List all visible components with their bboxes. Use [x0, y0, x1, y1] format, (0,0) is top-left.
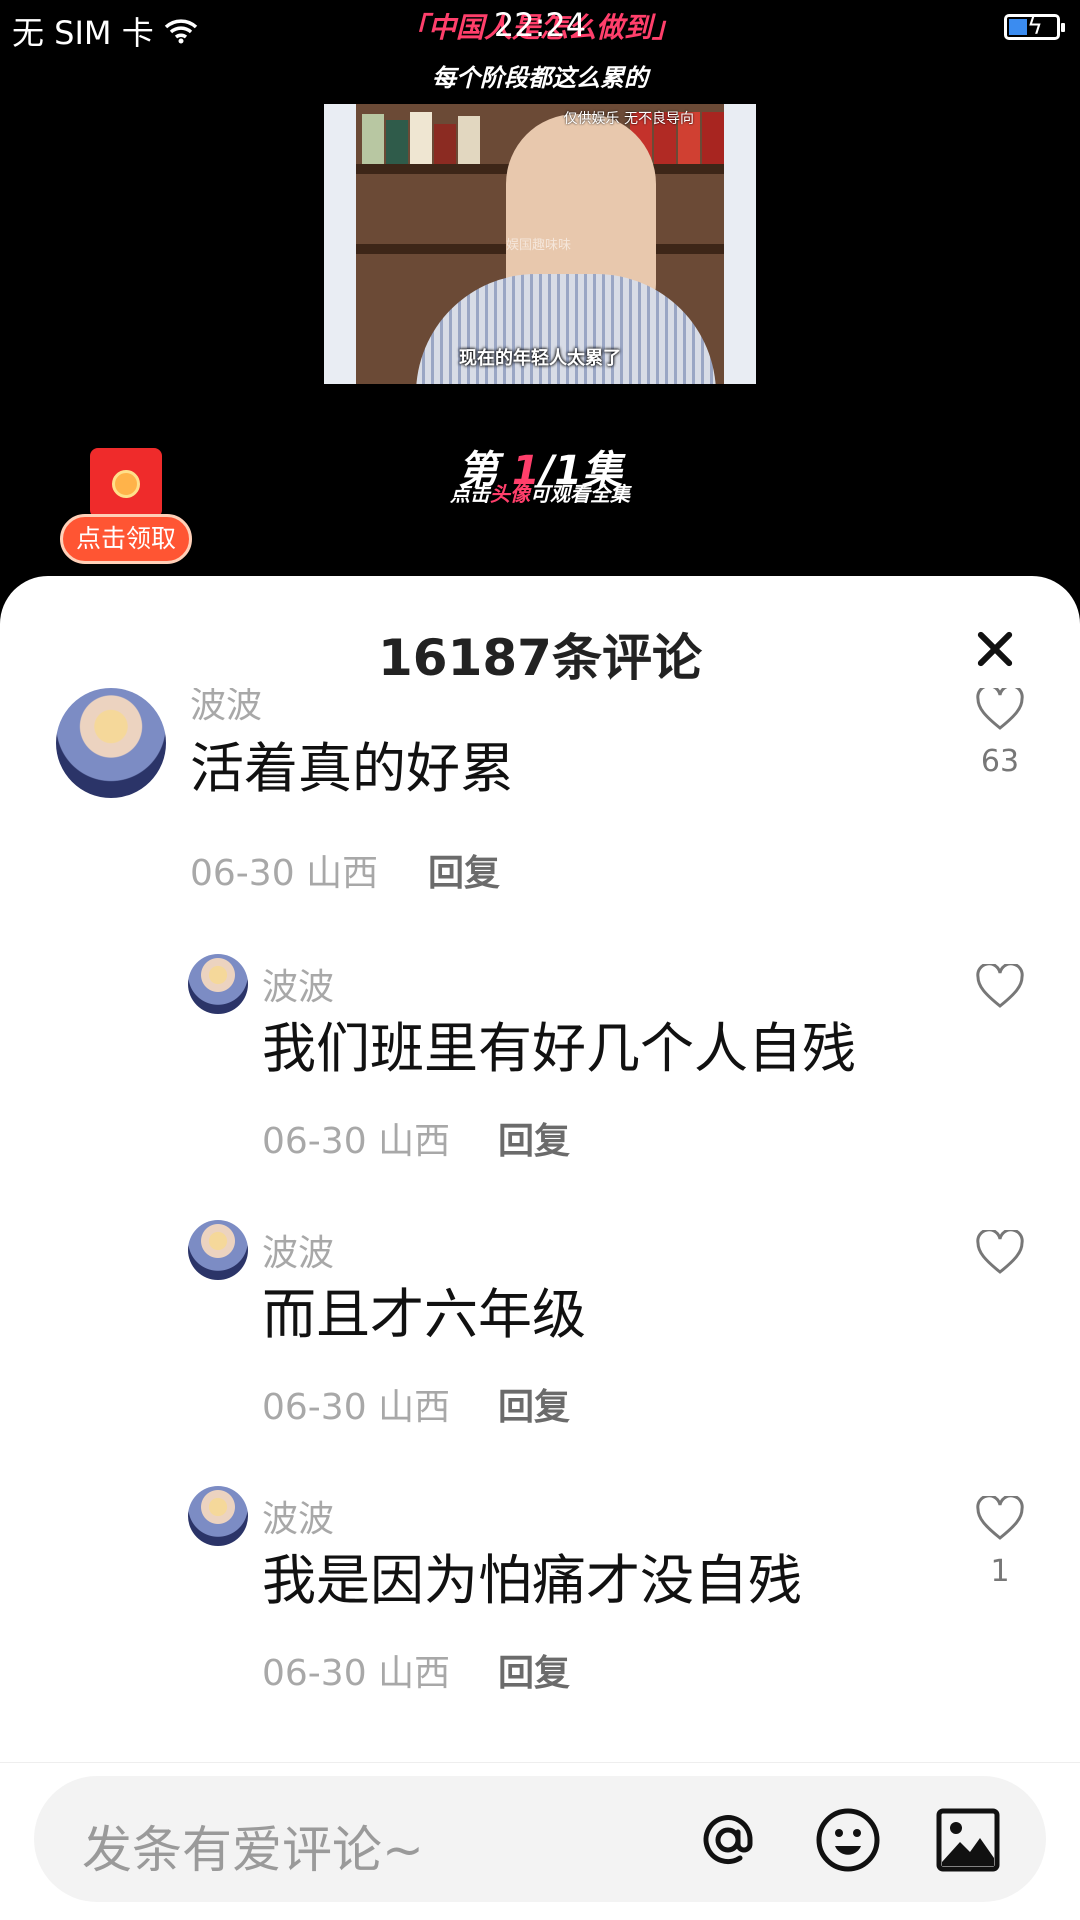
comment-meta: 06-30 山西 — [262, 1378, 450, 1430]
comment-location: 山西 — [306, 853, 379, 894]
comment-author[interactable]: 波波 — [190, 688, 262, 728]
video-watermark: 娱国趣味味 — [506, 238, 572, 253]
coin-icon — [112, 470, 140, 498]
video-frame: 娱国趣味味 仅供娱乐 无不良导向 现在的年轻人太累了 — [324, 104, 756, 384]
heart-outline-icon[interactable] — [975, 688, 1025, 732]
episode-hint-post: 可观看全集 — [530, 482, 630, 506]
like-count: 1 — [990, 1554, 1010, 1589]
battery-charging-icon: ϟ — [1004, 12, 1065, 40]
video-disclaimer: 仅供娱乐 无不良导向 — [563, 111, 694, 127]
comment-meta: 06-30 山西 — [262, 1644, 450, 1696]
comment-date: 06-30 — [262, 1387, 367, 1428]
avatar[interactable] — [188, 954, 248, 1014]
image-icon[interactable] — [934, 1806, 1002, 1874]
reply-button[interactable]: 回复 — [428, 844, 500, 896]
comments-sheet: 16187条评论 波波 活着真的好累 06-30 山西 回复 63 波波 我们班… — [0, 576, 1080, 1920]
claim-button-label[interactable]: 点击领取 — [60, 514, 192, 564]
comment-list[interactable]: 波波 活着真的好累 06-30 山西 回复 63 波波 我们班里有好几个人自残 … — [0, 688, 1080, 1788]
avatar[interactable] — [56, 688, 166, 798]
comment-input[interactable]: 发条有爱评论~ — [34, 1776, 1046, 1902]
status-bar: 无 SIM 卡 22:24 ϟ — [0, 0, 1080, 56]
heart-outline-icon[interactable] — [975, 1494, 1025, 1542]
comment-location: 山西 — [378, 1387, 451, 1428]
comment-date: 06-30 — [190, 853, 295, 894]
reply-button[interactable]: 回复 — [498, 1644, 570, 1696]
divider — [0, 1762, 1080, 1763]
comment-text: 我是因为怕痛才没自残 — [262, 1549, 802, 1612]
heart-outline-icon[interactable] — [975, 962, 1025, 1010]
video-player[interactable]: 「中国人是怎么做到」 每个阶段都这么累的 娱国趣味味 仅供娱乐 无不良导向 现在… — [0, 0, 1080, 580]
comment-text: 而且才六年级 — [262, 1283, 586, 1346]
smile-icon[interactable] — [814, 1806, 882, 1874]
video-scene: 娱国趣味味 仅供娱乐 无不良导向 现在的年轻人太累了 — [356, 104, 724, 384]
close-icon[interactable] — [970, 624, 1020, 674]
at-icon[interactable] — [694, 1806, 762, 1874]
avatar[interactable] — [188, 1220, 248, 1280]
reply-button[interactable]: 回复 — [498, 1112, 570, 1164]
comment-text: 活着真的好累 — [190, 737, 514, 800]
comment-date: 06-30 — [262, 1121, 367, 1162]
heart-outline-icon[interactable] — [975, 1228, 1025, 1276]
comment-location: 山西 — [378, 1653, 451, 1694]
video-caption: 现在的年轻人太累了 — [459, 348, 621, 369]
clock: 22:24 — [493, 6, 587, 44]
episode-hint-highlight: 头像 — [490, 482, 530, 506]
comment-text: 我们班里有好几个人自残 — [262, 1017, 856, 1080]
reply-button[interactable]: 回复 — [498, 1378, 570, 1430]
comment-input-placeholder: 发条有爱评论~ — [82, 1821, 424, 1879]
comment-meta: 06-30 山西 — [190, 844, 378, 896]
avatar[interactable] — [188, 1486, 248, 1546]
comments-title: 16187条评论 — [378, 629, 702, 687]
red-packet-button[interactable]: 点击领取 — [60, 448, 192, 568]
like-count: 63 — [980, 744, 1020, 779]
comment-author[interactable]: 波波 — [262, 1224, 334, 1276]
comment-author[interactable]: 波波 — [262, 958, 334, 1010]
comment-meta: 06-30 山西 — [262, 1112, 450, 1164]
comment-author[interactable]: 波波 — [262, 1490, 334, 1542]
comment-date: 06-30 — [262, 1653, 367, 1694]
comment-location: 山西 — [378, 1121, 451, 1162]
video-subtitle: 每个阶段都这么累的 — [432, 64, 648, 92]
episode-hint-pre: 点击 — [450, 482, 490, 506]
